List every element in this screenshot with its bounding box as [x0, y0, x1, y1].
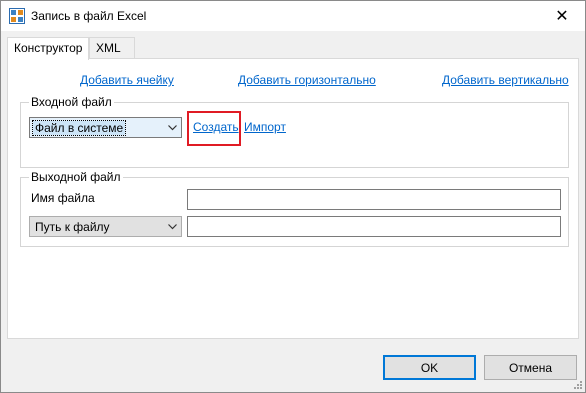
- input-file-group: Входной файл Файл в системе Создать Импо…: [20, 95, 569, 168]
- excel-grid-icon: [9, 8, 25, 24]
- close-button[interactable]: ✕: [539, 1, 585, 31]
- input-source-value: Файл в системе: [31, 120, 127, 136]
- tab-constructor[interactable]: Конструктор: [7, 37, 89, 60]
- input-source-select[interactable]: Файл в системе: [29, 117, 182, 138]
- ok-button[interactable]: OK: [383, 355, 476, 380]
- add-vertical-link[interactable]: Добавить вертикально: [442, 73, 569, 87]
- cancel-button[interactable]: Отмена: [484, 355, 577, 380]
- resize-grip-icon[interactable]: [573, 380, 583, 390]
- chevron-down-icon: [163, 217, 181, 236]
- input-file-legend: Входной файл: [29, 95, 114, 109]
- path-input[interactable]: [187, 216, 561, 237]
- output-path-select[interactable]: Путь к файлу: [29, 216, 182, 237]
- tab-xml[interactable]: XML: [89, 37, 135, 59]
- add-cell-link[interactable]: Добавить ячейку: [80, 73, 174, 87]
- file-name-label: Имя файла: [31, 191, 95, 205]
- highlight-box: [187, 111, 241, 146]
- title-bar[interactable]: Запись в файл Excel ✕: [1, 1, 585, 31]
- add-horizontal-link[interactable]: Добавить горизонтально: [238, 73, 376, 87]
- close-icon: ✕: [555, 8, 569, 25]
- output-file-legend: Выходной файл: [29, 170, 123, 184]
- import-link[interactable]: Импорт: [244, 120, 286, 134]
- chevron-down-icon: [163, 118, 181, 137]
- output-path-value: Путь к файлу: [35, 220, 110, 234]
- file-name-input[interactable]: [187, 189, 561, 210]
- output-file-group: Выходной файл Имя файла Путь к файлу: [20, 170, 569, 247]
- dialog-window: Запись в файл Excel ✕ Конструктор XML До…: [0, 0, 586, 393]
- window-title: Запись в файл Excel: [31, 9, 147, 23]
- constructor-panel: Добавить ячейку Добавить горизонтально Д…: [7, 58, 579, 339]
- add-links-bar: Добавить ячейку Добавить горизонтально Д…: [8, 73, 578, 89]
- dialog-footer: OK Отмена: [1, 341, 585, 392]
